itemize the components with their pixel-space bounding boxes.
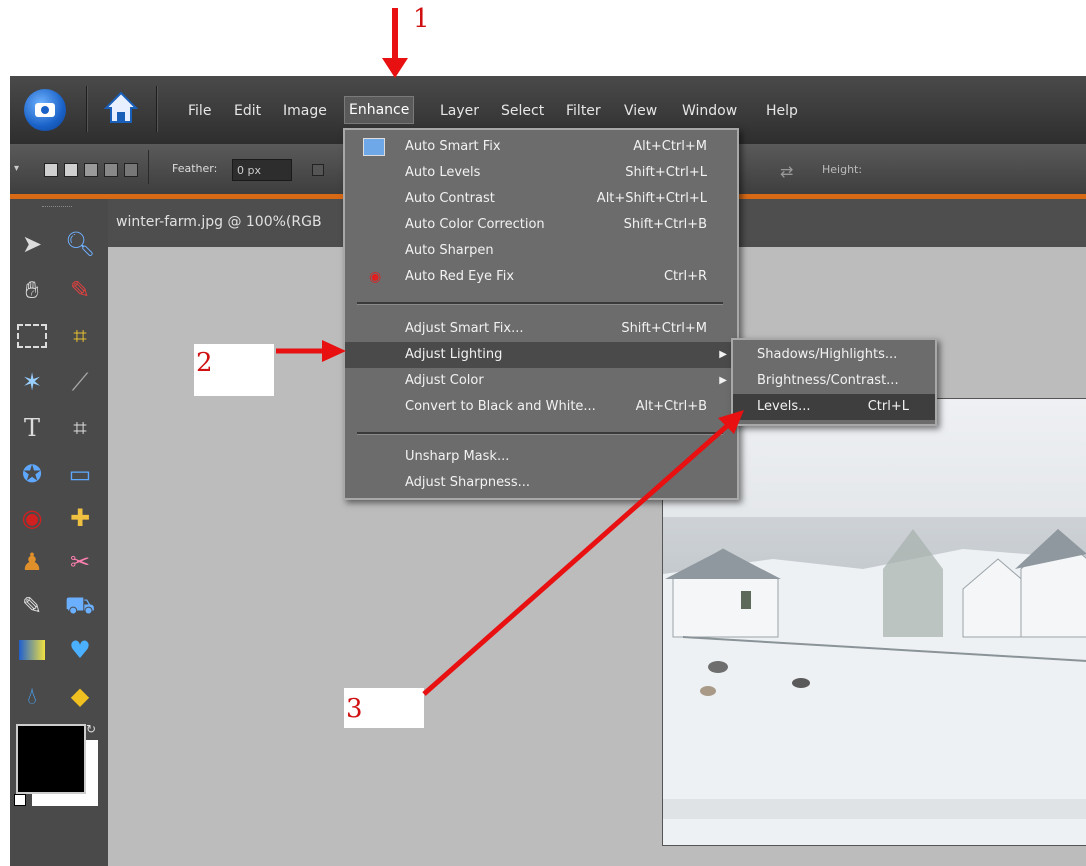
arrow-1 (382, 8, 408, 78)
arrow-2 (276, 340, 346, 362)
annotation-arrows (276, 8, 744, 696)
arrow-3 (422, 410, 744, 696)
